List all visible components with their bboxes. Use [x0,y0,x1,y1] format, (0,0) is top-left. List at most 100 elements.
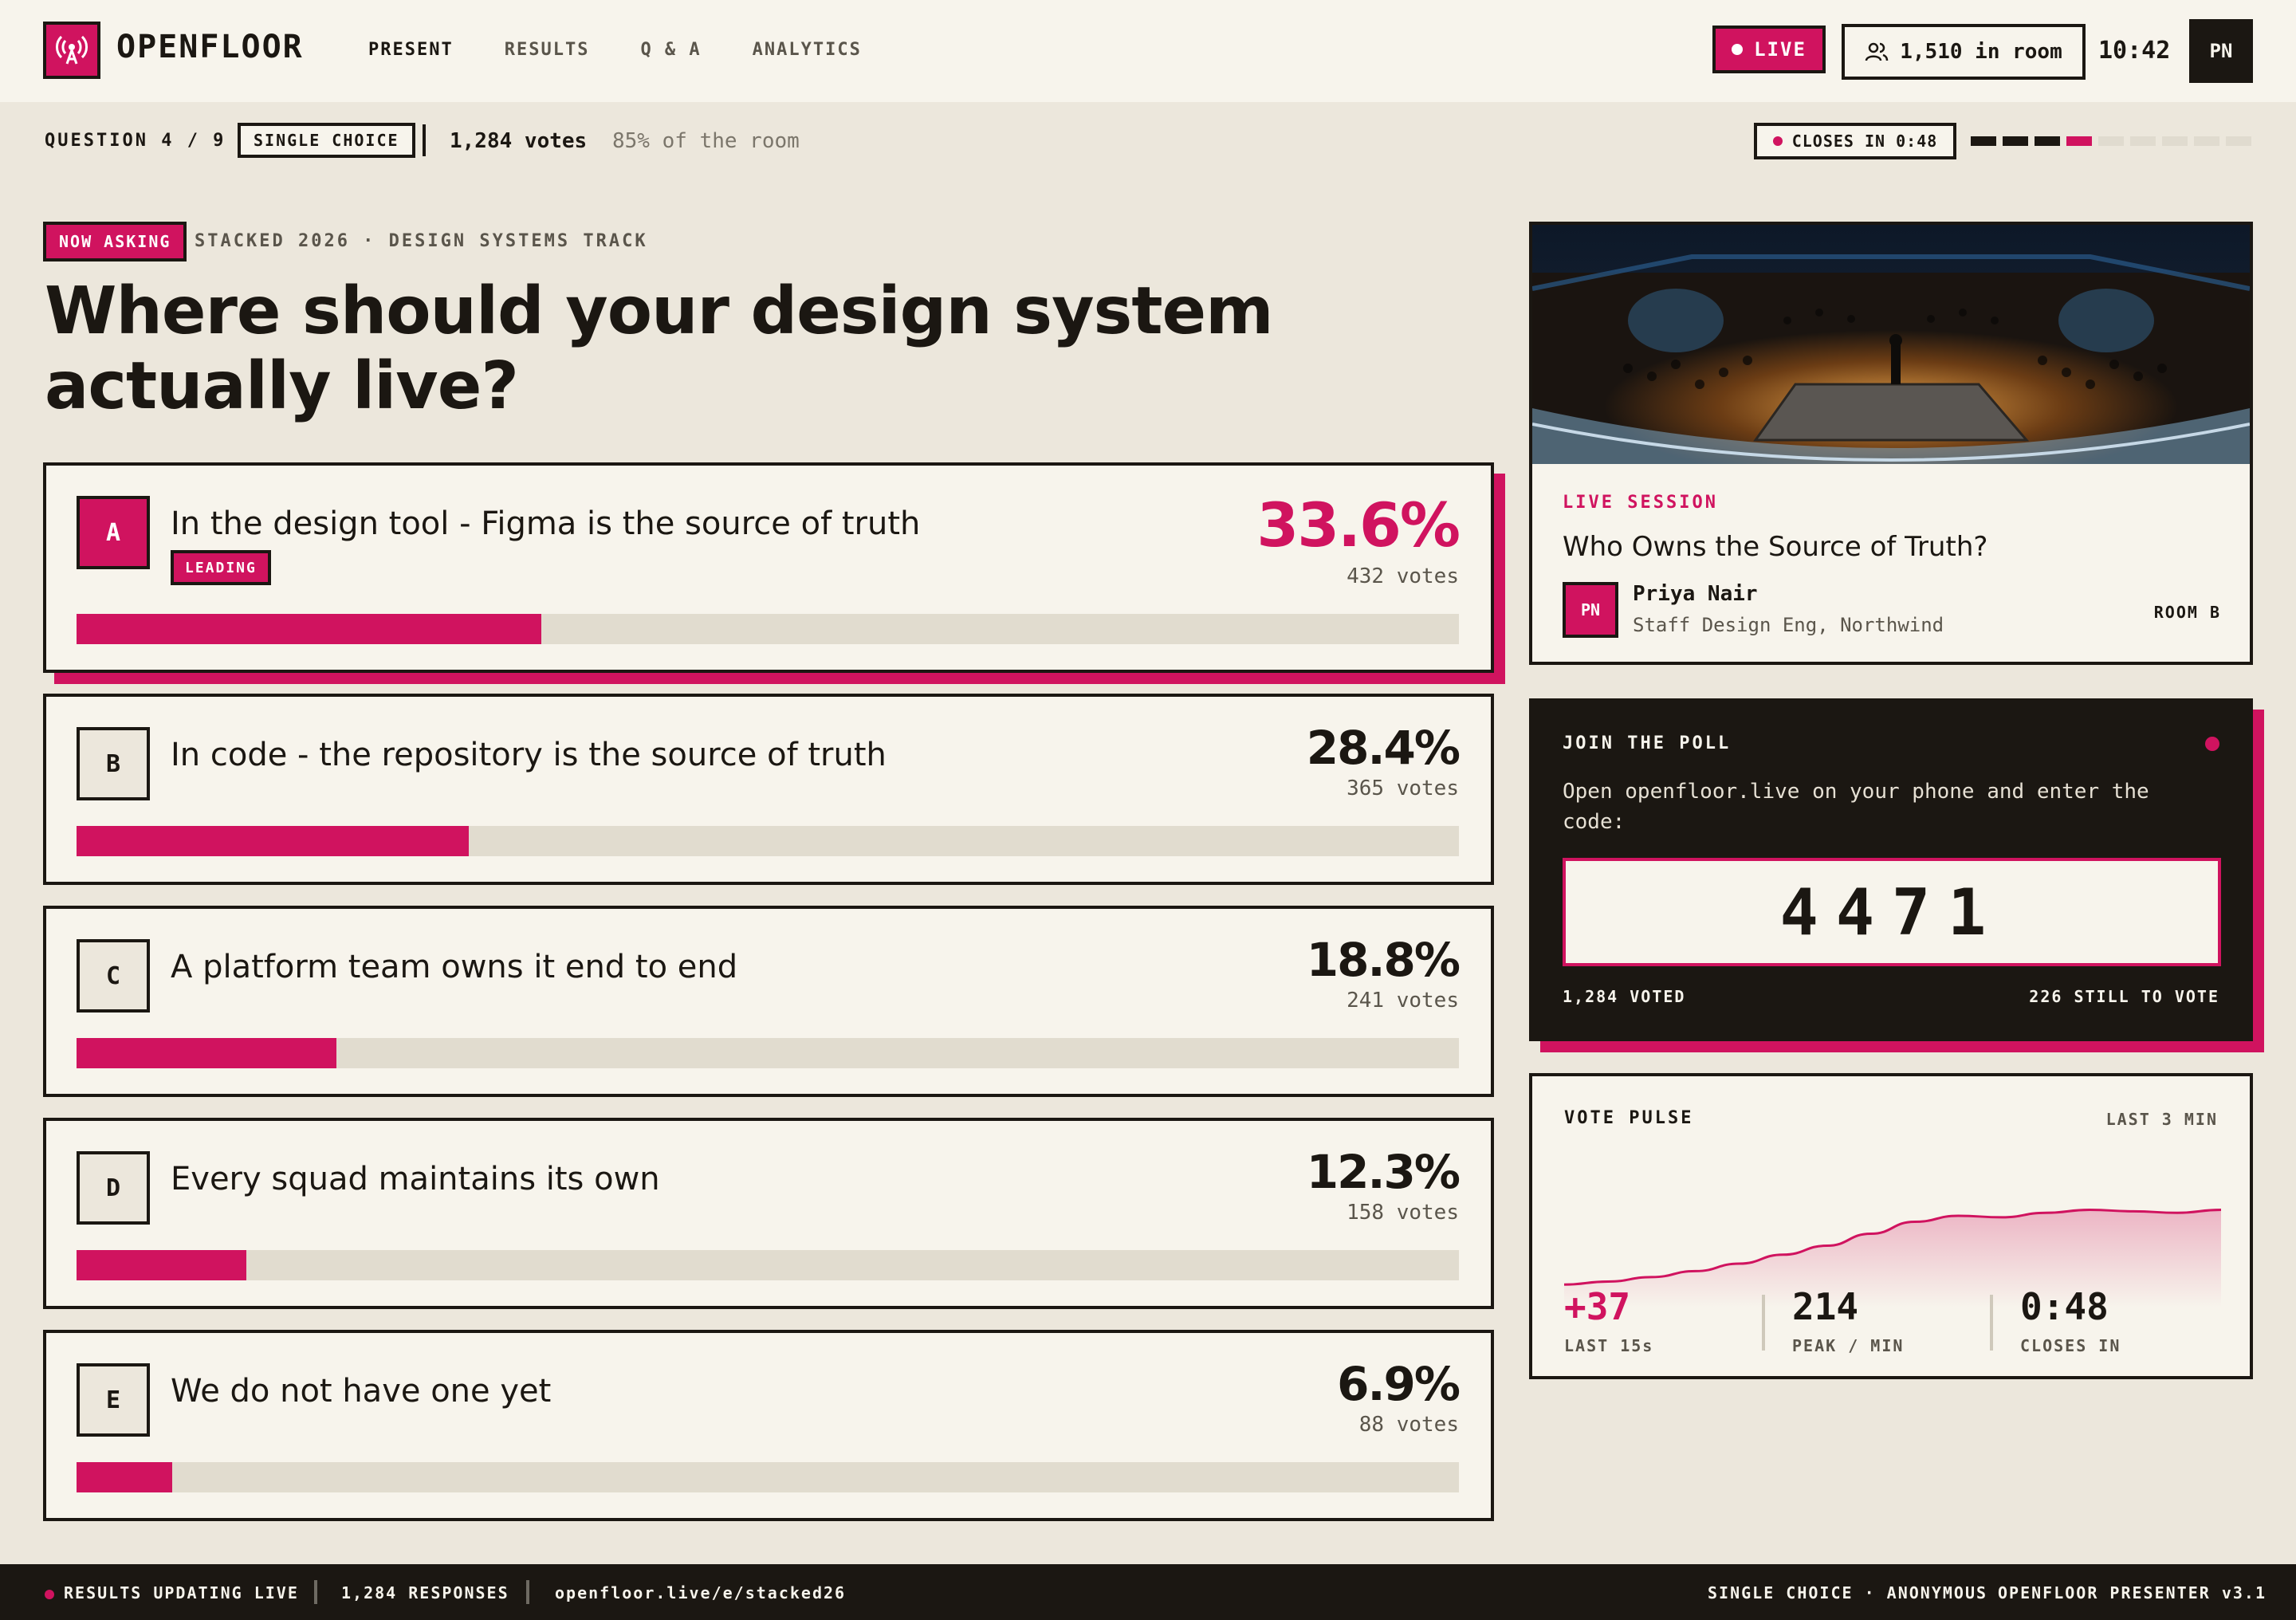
session-card: LIVE SESSION Who Owns the Source of Trut… [1529,222,2253,665]
room-count: 1,510 in room [1900,40,2062,64]
user-avatar[interactable]: PN [2189,19,2253,83]
poll-option-e: E We do not have one yet 6.9% 88 votes [43,1330,1494,1521]
auditorium-photo [1532,225,2250,464]
vote-pulse-card: VOTE PULSE LAST 3 MIN +37 LAST 15s 214 P… [1529,1073,2253,1379]
live-dot-icon [1732,44,1744,55]
live-label: LIVE [1754,38,1807,61]
footer-responses: 1,284 RESPONSES [341,1583,509,1602]
option-percentage: 28.4% [1306,721,1461,775]
progress-tick [2194,136,2219,146]
result-bar-track [77,826,1459,856]
result-bar-fill [77,1462,172,1492]
closes-timer-badge: CLOSES IN 0:48 [1754,123,1956,159]
stat-value: 0:48 [2020,1285,2109,1328]
pulse-range: LAST 3 MIN [2105,1110,2218,1129]
timer-dot-icon [1772,136,1783,146]
result-bar-fill [77,1250,247,1280]
stat-label: LAST 15s [1564,1336,1654,1355]
poll-option-c: C A platform team owns it end to end 18.8%… [43,906,1494,1097]
divider [526,1580,529,1604]
divider [1990,1295,1993,1351]
option-percentage: 12.3% [1306,1145,1461,1199]
session-label: LIVE SESSION [1563,493,1718,513]
progress-tick [2003,136,2028,146]
stat-label: PEAK / MIN [1792,1336,1905,1355]
stat-closes: 0:48 CLOSES IN [2020,1285,2121,1355]
option-letter: C [77,939,150,1012]
option-letter: B [77,727,150,800]
now-asking-badge: NOW ASKING [43,222,187,261]
live-badge[interactable]: LIVE [1712,26,1826,73]
stat-label: CLOSES IN [2020,1336,2121,1355]
session-room: ROOM B [2153,603,2221,622]
option-votes: 158 votes [1347,1201,1459,1225]
footer-bar: RESULTS UPDATING LIVE 1,284 RESPONSES op… [0,1564,2296,1620]
leading-badge: LEADING [171,550,271,585]
option-text: In code - the repository is the source o… [171,737,887,773]
result-bar-track [77,1462,1459,1492]
nav-link-qa[interactable]: Q & A [640,40,701,60]
nav-link-present[interactable]: PRESENT [368,40,454,60]
speaker-role: Staff Design Eng, Northwind [1633,614,1944,636]
result-bar-fill [77,614,541,644]
broadcast-logo-icon[interactable] [43,22,100,79]
progress-tick [2226,136,2251,146]
progress-tick [2162,136,2188,146]
option-letter: A [77,496,150,569]
question-number: QUESTION 4 / 9 [45,131,226,151]
divider [423,124,426,156]
poll-option-a: A In the design tool - Figma is the sourc… [43,462,1494,673]
join-title: JOIN THE POLL [1563,733,1732,753]
stat-last-15s: +37 LAST 15s [1564,1285,1653,1355]
result-bar-track [77,1250,1459,1280]
result-bar-track [77,1038,1459,1068]
option-letter: E [77,1363,150,1437]
poll-option-d: D Every squad maintains its own 12.3% 158 v… [43,1118,1494,1309]
option-percentage: 18.8% [1306,933,1461,987]
stat-value: 214 [1792,1285,1859,1328]
poll-option-b: B In code - the repository is the source … [43,694,1494,885]
join-code: 4471 [1563,858,2221,966]
stat-peak: 214 PEAK / MIN [1792,1285,1904,1355]
stat-value: +37 [1564,1285,1631,1328]
pulse-title: VOTE PULSE [1564,1108,1694,1128]
divider [314,1580,317,1604]
still-to-vote-count: 226 STILL TO VOTE [2029,987,2219,1006]
status-dot-icon [2205,737,2219,751]
footer-url[interactable]: openfloor.live/e/stacked26 [555,1583,846,1602]
footer-mode: SINGLE CHOICE · ANONYMOUS [1708,1583,1988,1602]
option-votes: 88 votes [1358,1413,1459,1437]
session-title: Who Owns the Source of Truth? [1563,531,1988,563]
nav-link-results[interactable]: RESULTS [505,40,590,60]
room-count-badge[interactable]: 1,510 in room [1842,24,2086,80]
nav-link-analytics[interactable]: ANALYTICS [753,40,862,60]
progress-tick [2130,136,2156,146]
question-progress [1971,136,2251,146]
option-percentage: 6.9% [1337,1357,1461,1411]
result-bar-track [77,614,1459,644]
speaker-name: Priya Nair [1633,582,1758,606]
closes-label: CLOSES IN 0:48 [1791,132,1938,151]
nav-links: PRESENT RESULTS Q & A ANALYTICS [368,40,862,60]
join-instructions: Open openfloor.live on your phone and en… [1563,780,2149,834]
option-percentage: 33.6% [1256,490,1461,560]
option-text: We do not have one yet [171,1373,552,1410]
speaker-avatar: PN [1563,582,1618,638]
voted-count: 1,284 VOTED [1563,987,1686,1006]
top-nav: OPENFLOOR PRESENT RESULTS Q & A ANALYTIC… [0,0,2296,102]
clock: 10:42 [2098,37,2171,65]
option-votes: 365 votes [1347,777,1459,800]
progress-tick [1971,136,1996,146]
footer-version: OPENFLOOR PRESENTER v3.1 [1998,1583,2267,1602]
option-text: Every squad maintains its own [171,1161,660,1197]
option-text: In the design tool - Figma is the source… [171,505,921,542]
brand-name: OPENFLOOR [116,29,304,65]
option-votes: 432 votes [1347,564,1459,588]
result-bar-fill [77,1038,336,1068]
progress-tick [2035,136,2060,146]
event-track: STACKED 2026 · DESIGN SYSTEMS TRACK [195,231,648,251]
result-bar-fill [77,826,470,856]
footer-status-text: RESULTS UPDATING LIVE [64,1583,299,1602]
question-title: Where should your design system actually… [45,273,1274,424]
progress-tick [2098,136,2124,146]
